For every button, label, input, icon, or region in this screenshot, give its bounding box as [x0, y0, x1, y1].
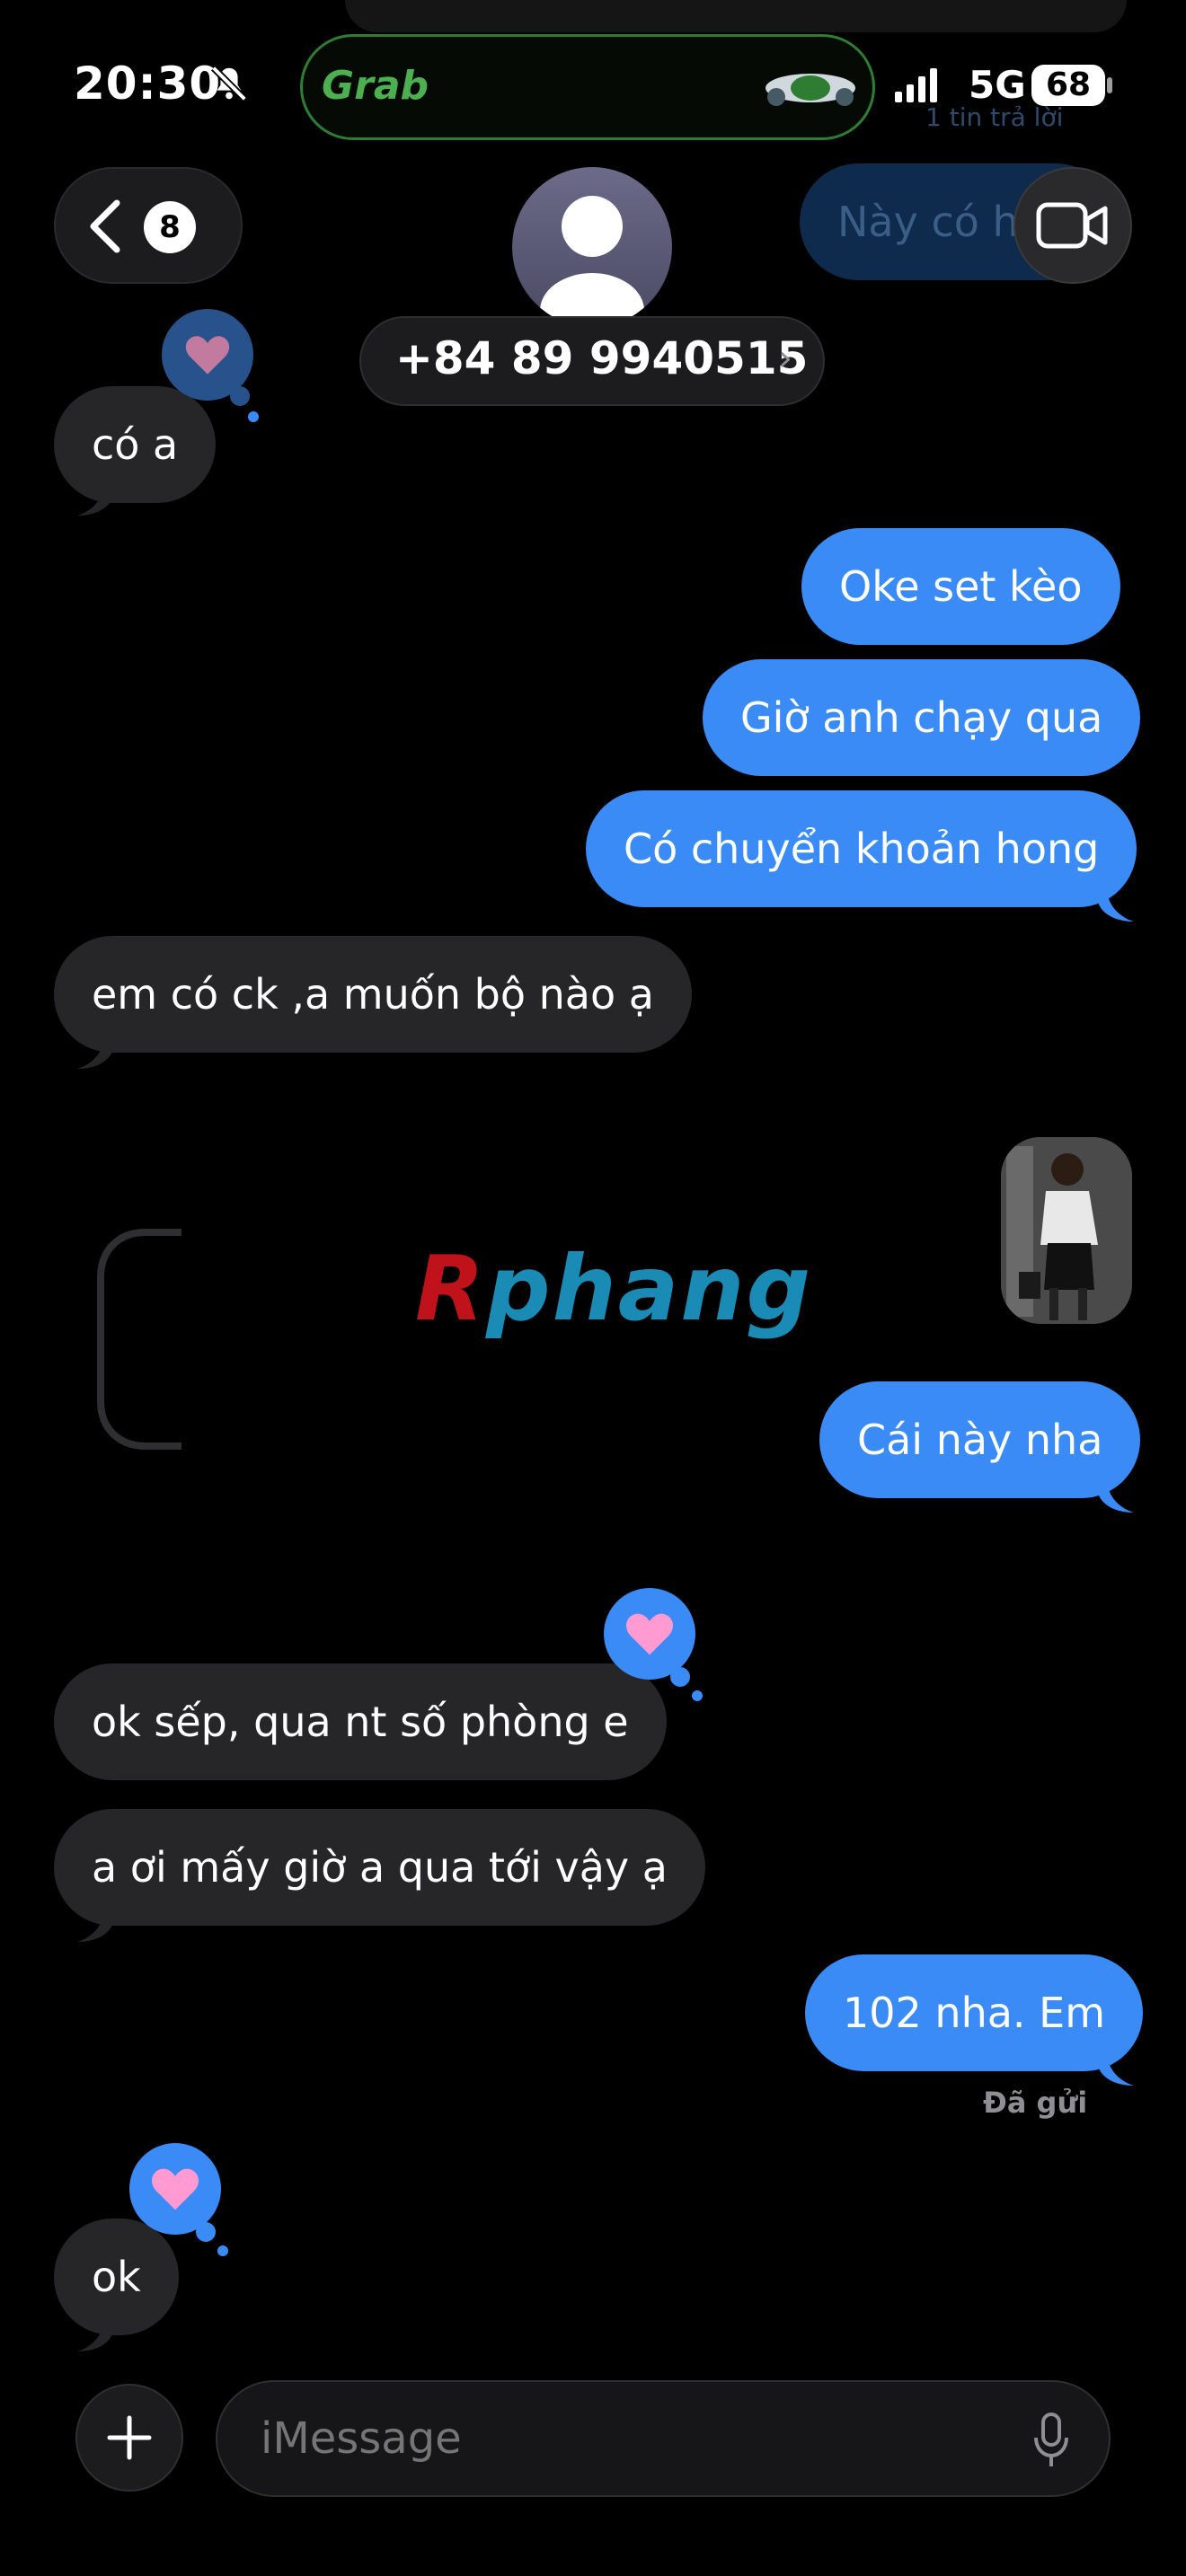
imessage-input[interactable]: [216, 2380, 1111, 2497]
watermark-first-letter: R: [415, 1236, 487, 1341]
person-icon: [540, 196, 644, 327]
battery-level: 68: [1031, 65, 1105, 106]
grab-logo: Grab: [322, 63, 429, 109]
tapback-dot: [692, 1690, 703, 1701]
bell-slash-icon: [211, 66, 247, 101]
message-bubble-sent[interactable]: Cái này nha: [819, 1381, 1141, 1498]
contact-chevron: ›: [778, 338, 792, 379]
message-bubble-sent[interactable]: Oke set kèo: [801, 528, 1120, 645]
photo-attachment[interactable]: [1001, 1137, 1132, 1324]
battery-tip: [1107, 77, 1112, 93]
contact-avatar[interactable]: [512, 167, 672, 327]
tapback-dot: [230, 386, 250, 406]
message-bubble-received[interactable]: em có ck ,a muốn bộ nào ạ: [54, 936, 692, 1053]
bubble-tail: [1098, 1482, 1134, 1513]
video-camera-icon: [1036, 202, 1108, 249]
bubble-tail: [1098, 2055, 1134, 2086]
tapback-dot: [248, 411, 259, 422]
message-bubble-sent[interactable]: Có chuyển khoản hong: [586, 790, 1137, 907]
bubble-tail: [1098, 891, 1134, 922]
photo-figure: [1001, 1137, 1132, 1324]
message-bubble-sent[interactable]: 102 nha. Em: [805, 1954, 1144, 2071]
heart-icon: [626, 1613, 673, 1655]
tapback-dot: [196, 2222, 216, 2242]
scooter-icon: [766, 74, 855, 106]
watermark: Rphang: [415, 1236, 812, 1341]
background-banner: [345, 0, 1127, 32]
bubble-tail: [77, 485, 113, 516]
contact-name: +84 89 9940515: [395, 332, 809, 384]
heart-icon: [185, 336, 230, 375]
bubble-tail: [77, 1911, 113, 1942]
message-bubble-received[interactable]: ok: [54, 2219, 179, 2335]
message-bubble-received[interactable]: a ơi mấy giờ a qua tới vậy ạ: [54, 1809, 705, 1926]
watermark-rest: phang: [486, 1236, 813, 1341]
tapback-dot: [670, 1667, 690, 1687]
tapback-reaction[interactable]: [604, 1588, 695, 1680]
bubble-tail: [77, 2321, 113, 2351]
message-bubble-received[interactable]: ok sếp, qua nt số phòng e: [54, 1663, 667, 1780]
microphone-icon[interactable]: [1033, 2413, 1069, 2468]
heart-icon: [152, 2168, 199, 2210]
network-type: 5G: [969, 63, 1026, 107]
delivered-status: Đã gửi: [983, 2086, 1088, 2120]
signal-icon: [895, 68, 937, 102]
status-time: 20:30: [74, 57, 222, 110]
tapback-reaction[interactable]: [129, 2143, 221, 2235]
message-bubble-sent[interactable]: Giờ anh chạy qua: [703, 659, 1141, 776]
plus-icon: [107, 2415, 152, 2460]
tapback-dot: [217, 2245, 228, 2256]
bubble-tail: [77, 1038, 113, 1069]
chevron-left-icon: [90, 199, 120, 253]
unread-count-badge: 8: [144, 201, 196, 253]
bracket-graphic: [97, 1229, 181, 1450]
